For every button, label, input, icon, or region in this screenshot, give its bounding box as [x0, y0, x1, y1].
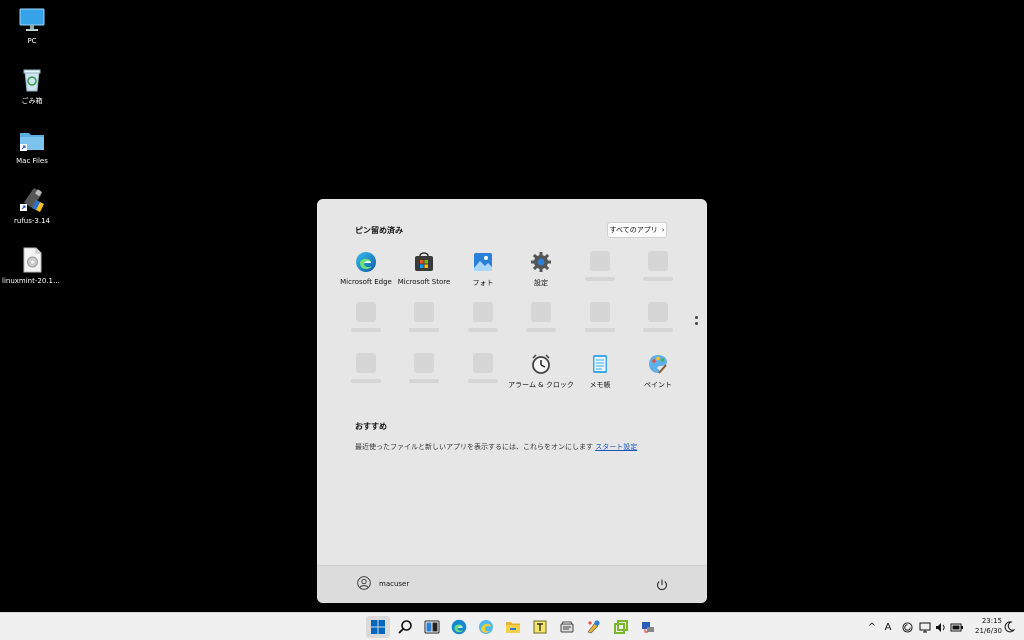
- recommended-text: 最近使ったファイルと新しいアプリを表示するには、これらをオンにします: [355, 443, 593, 451]
- power-button[interactable]: [655, 577, 669, 591]
- taskbar-edge-beta-button[interactable]: [474, 616, 498, 638]
- network-icon[interactable]: [918, 619, 932, 635]
- vmware-icon: [614, 620, 628, 634]
- search-icon: [398, 620, 412, 634]
- desktop-icon-label: PC: [27, 37, 37, 45]
- battery-icon[interactable]: [950, 619, 964, 635]
- all-apps-button[interactable]: すべてのアプリ ›: [607, 222, 667, 238]
- pinned-app-store[interactable]: Microsoft Store: [395, 249, 453, 293]
- pinned-app-edge[interactable]: Microsoft Edge: [337, 249, 395, 293]
- clock-time: 23:15: [981, 617, 1002, 625]
- placeholder-app: [454, 351, 512, 395]
- start-windows-icon: [371, 620, 385, 634]
- usb-drive-icon: [18, 186, 46, 214]
- pinned-app-alarm-clock[interactable]: アラーム & クロック: [508, 351, 574, 395]
- ime-indicator[interactable]: A: [882, 619, 894, 635]
- user-name: macuser: [379, 580, 410, 588]
- volume-icon[interactable]: [934, 619, 948, 635]
- taskbar-edge-button[interactable]: [447, 616, 471, 638]
- do-not-disturb-moon-icon[interactable]: [1002, 619, 1016, 635]
- placeholder-app: [395, 300, 453, 344]
- start-settings-link[interactable]: スタート設定: [595, 443, 637, 451]
- user-account-button[interactable]: macuser: [357, 576, 409, 592]
- taskbar-paint-button[interactable]: [582, 616, 606, 638]
- placeholder-app: [337, 351, 395, 395]
- pinned-app-settings[interactable]: 設定: [512, 249, 570, 293]
- task-view-icon: [424, 620, 440, 634]
- app-label: フォト: [472, 279, 494, 287]
- desktop-icon-label: linuxmint-20.1-x...: [2, 277, 62, 285]
- photos-icon: [472, 251, 494, 273]
- paint-app-icon: [587, 620, 600, 634]
- chevron-right-icon: ›: [661, 226, 665, 234]
- edge-icon: [355, 251, 377, 273]
- desktop-icon-rufus[interactable]: rufus-3.14: [2, 186, 62, 226]
- placeholder-app: [629, 249, 687, 293]
- desktop-icon-label: ごみ箱: [21, 97, 43, 105]
- recommended-section-title: おすすめ: [355, 422, 387, 431]
- folder-shortcut-icon: [18, 126, 46, 154]
- page-dots-indicator[interactable]: [695, 316, 699, 325]
- placeholder-app: [454, 300, 512, 344]
- user-avatar-icon: [357, 576, 371, 592]
- start-button[interactable]: [366, 616, 390, 638]
- taskbar-clock[interactable]: 23:15 21/6/30: [975, 616, 1002, 636]
- app-label: メモ帳: [589, 381, 611, 389]
- file-explorer-icon: [506, 622, 520, 633]
- placeholder-app: [337, 300, 395, 344]
- notepad-plus-icon: [533, 620, 547, 634]
- pinned-app-photos[interactable]: フォト: [454, 249, 512, 293]
- pinned-app-notepad[interactable]: メモ帳: [571, 351, 629, 395]
- desktop-icon-mac-files[interactable]: Mac Files: [2, 126, 62, 166]
- taskbar-notepad-plus-button[interactable]: [528, 616, 552, 638]
- power-icon: [656, 579, 668, 590]
- network-share-icon: [642, 622, 654, 633]
- app-label: ペイント: [644, 381, 672, 389]
- desktop-icon-linuxmint-iso[interactable]: linuxmint-20.1-x...: [2, 246, 62, 286]
- all-apps-label: すべてのアプリ: [609, 226, 658, 234]
- task-view-button[interactable]: [420, 616, 444, 638]
- taskbar-network-share-button[interactable]: [636, 616, 660, 638]
- notepad-icon: [589, 353, 611, 375]
- desktop-icon-pc[interactable]: PC: [2, 6, 62, 46]
- app-label: アラーム & クロック: [508, 381, 574, 389]
- edge-icon: [451, 619, 467, 635]
- desktop-icon-label: Mac Files: [16, 157, 48, 165]
- placeholder-app: [395, 351, 453, 395]
- placeholder-app: [571, 249, 629, 293]
- start-footer: macuser: [317, 565, 707, 603]
- paint-icon: [647, 353, 669, 375]
- desktop-icon-label: rufus-3.14: [14, 217, 50, 225]
- store-icon: [413, 251, 435, 273]
- scanner-icon: [560, 621, 574, 633]
- ime-mode-icon[interactable]: [900, 619, 914, 635]
- taskbar-file-explorer-button[interactable]: [501, 616, 525, 638]
- pinned-app-paint[interactable]: ペイント: [629, 351, 687, 395]
- edge-beta-icon: [479, 620, 493, 634]
- start-menu: ピン留め済み すべてのアプリ › Microsoft Edge Microsof…: [317, 199, 707, 603]
- taskbar-vmware-button[interactable]: [609, 616, 633, 638]
- search-button[interactable]: [393, 616, 417, 638]
- desktop-icon-recycle-bin[interactable]: ごみ箱: [2, 66, 62, 106]
- alarm-clock-icon: [530, 353, 552, 375]
- settings-gear-icon: [530, 251, 552, 273]
- disc-image-icon: [18, 246, 46, 274]
- placeholder-app: [512, 300, 570, 344]
- taskbar: ^ A 23:15 21/6/30: [0, 612, 1024, 640]
- app-label: 設定: [534, 279, 548, 287]
- tray-overflow-chevron-icon[interactable]: ^: [866, 619, 878, 635]
- pinned-section-title: ピン留め済み: [355, 226, 403, 235]
- clock-date: 21/6/30: [975, 627, 1002, 635]
- app-label: Microsoft Store: [397, 278, 451, 286]
- placeholder-app: [629, 300, 687, 344]
- taskbar-scanner-button[interactable]: [555, 616, 579, 638]
- placeholder-app: [571, 300, 629, 344]
- recycle-bin-icon: [18, 66, 46, 94]
- recommended-message: 最近使ったファイルと新しいアプリを表示するには、これらをオンにします スタート設…: [355, 442, 637, 452]
- app-label: Microsoft Edge: [340, 278, 392, 286]
- monitor-icon: [18, 6, 46, 34]
